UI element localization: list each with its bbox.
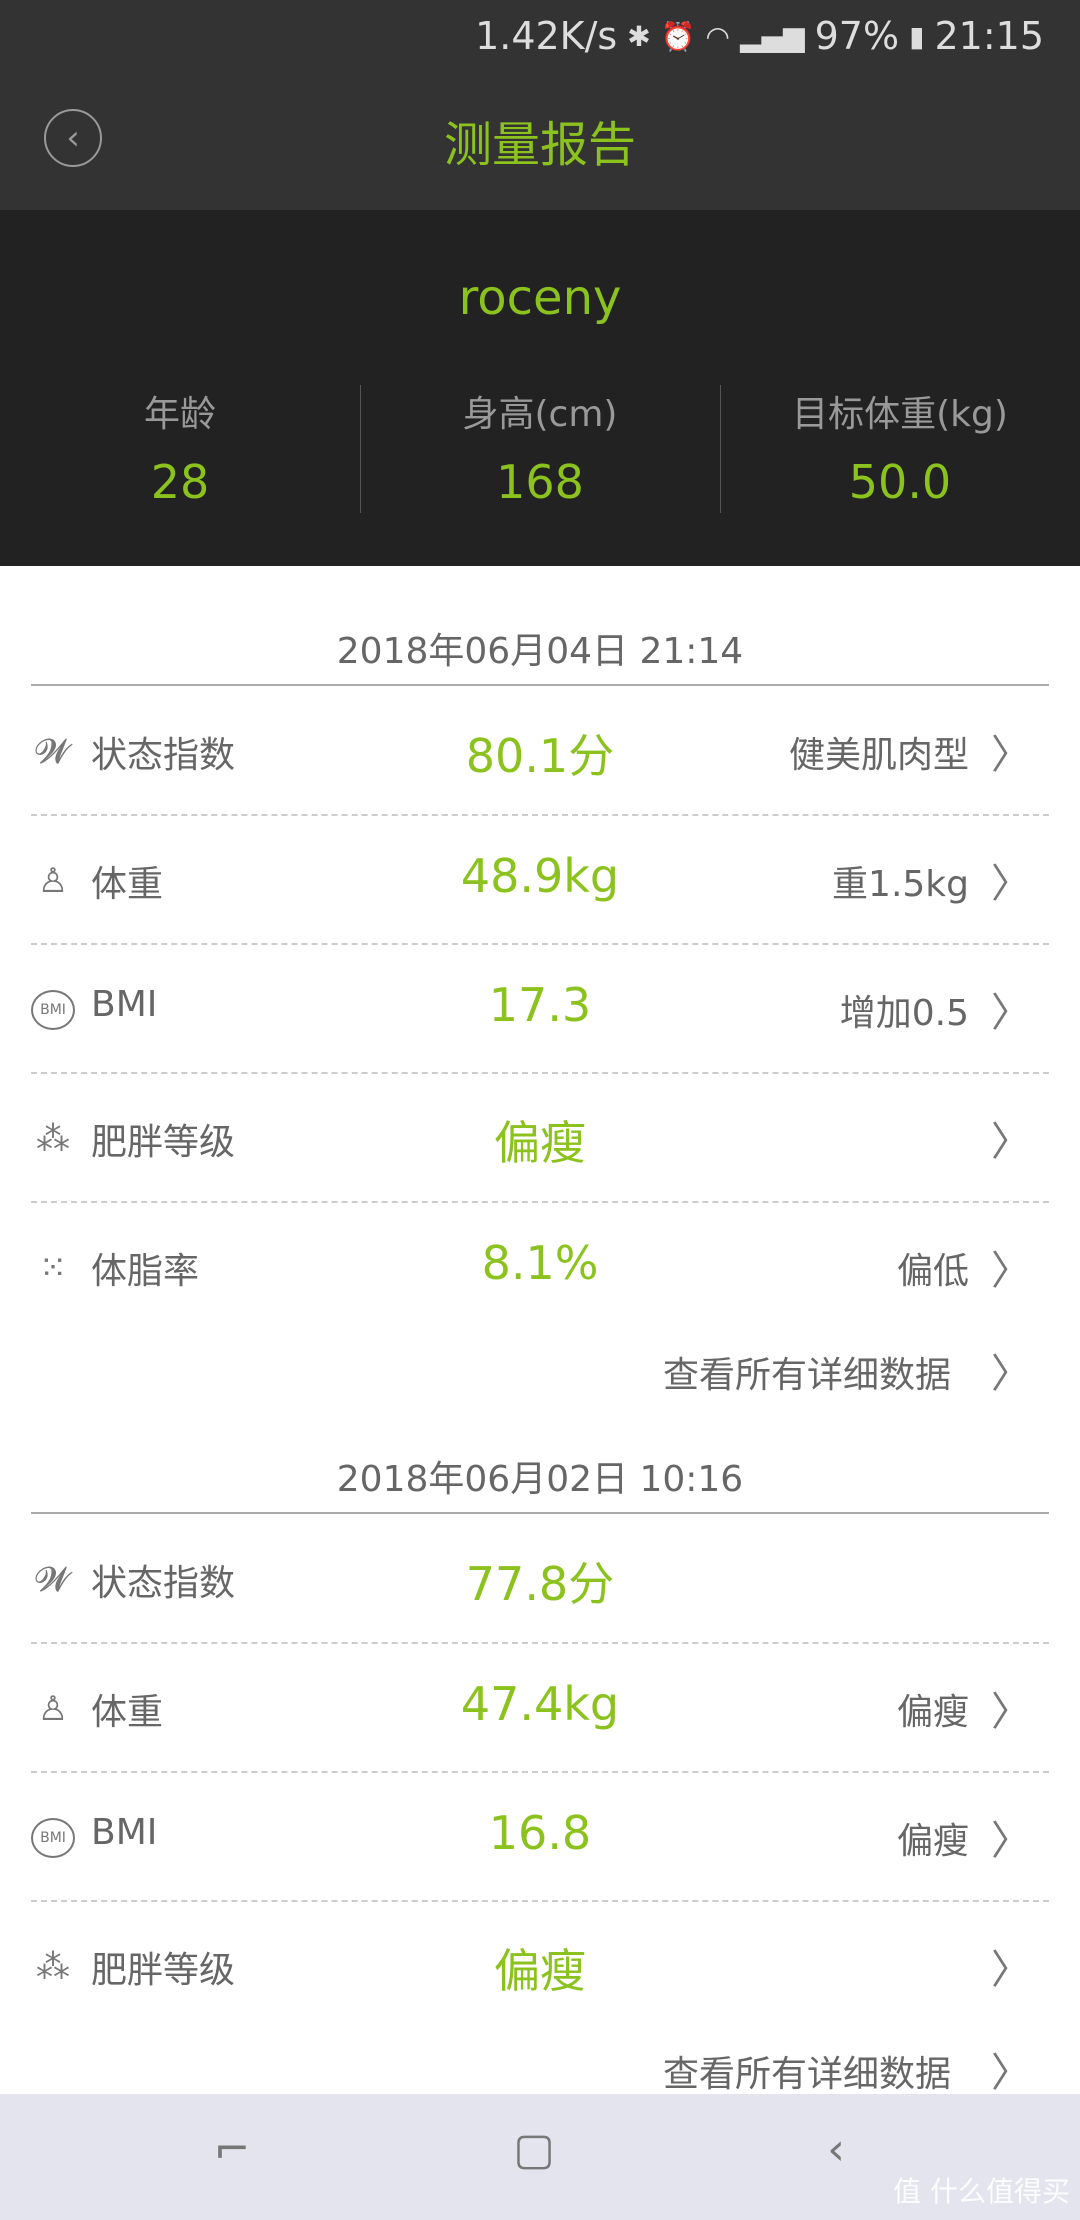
chevron-right-icon: 〉 [991, 1351, 1031, 1397]
nav-back-button[interactable]: ‹ [806, 2124, 866, 2184]
chevron-right-icon: 〉 [991, 732, 1031, 778]
trend-w-icon: 𝓦 [35, 1560, 71, 1600]
chevron-right-icon: 〉 [991, 1947, 1031, 1993]
metric-row[interactable]: BMI BMI 16.8 偏瘦 〉 [31, 1772, 1049, 1901]
metric-value: 17.3 [488, 978, 592, 1032]
metric-row[interactable]: ⁂ 肥胖等级 偏瘦 〉 [31, 1073, 1049, 1202]
metric-status: 增加0.5 [839, 993, 969, 1034]
metric-row[interactable]: ⁂ 肥胖等级 偏瘦 〉 [31, 1901, 1049, 2030]
watermark-logo: 值 什么值得买 [893, 2175, 1070, 2208]
profile-panel: roceny 年龄 28 身高(cm) 168 目标体重(kg) 50.0 [0, 210, 1080, 566]
alarm-icon: ⏰ [660, 19, 696, 53]
view-all-label: 查看所有详细数据 [662, 1355, 951, 1396]
bluetooth-icon: ✱ [627, 19, 651, 53]
home-button[interactable]: ▢ [504, 2124, 564, 2184]
user-name: roceny [458, 270, 622, 326]
chevron-right-icon: 〉 [991, 2050, 1031, 2096]
stat-value: 28 [150, 455, 210, 509]
stat-height: 身高(cm) 168 [360, 385, 720, 509]
metric-label: BMI [91, 984, 158, 1025]
metric-row[interactable]: 𝓦 状态指数 80.1分 健美肌肉型 〉 [31, 686, 1049, 815]
metric-value: 48.9kg [460, 849, 620, 903]
metric-label: 状态指数 [91, 735, 236, 776]
wifi-icon: ◠ [705, 19, 730, 53]
metric-row[interactable]: ♙ 体重 48.9kg 重1.5kg 〉 [31, 815, 1049, 944]
status-bar: 1.42K/s ✱ ⏰ ◠ ▂▄▆ 97% ▮ 21:15 [475, 8, 1044, 64]
metric-value: 偏瘦 [494, 1944, 586, 1998]
metric-value: 8.1% [481, 1236, 599, 1290]
metric-status: 重1.5kg [832, 864, 969, 905]
metric-status: 偏瘦 [896, 1692, 969, 1733]
recent-apps-button[interactable]: ⌐ [202, 2124, 262, 2184]
trend-w-icon: 𝓦 [35, 732, 71, 772]
stat-label: 年龄 [143, 394, 216, 435]
metric-label: BMI [91, 1812, 158, 1853]
metric-status: 偏低 [896, 1251, 969, 1292]
bmi-icon: BMI [31, 990, 75, 1030]
metric-label: 体重 [91, 864, 164, 905]
chevron-right-icon: 〉 [991, 861, 1031, 907]
clock: 21:15 [934, 14, 1044, 58]
report-date: 2018年06月04日 21:14 [336, 631, 744, 672]
network-speed: 1.42K/s [475, 14, 618, 58]
metric-label: 肥胖等级 [91, 1950, 236, 1991]
stars-level-icon: ⁂ [36, 1119, 70, 1159]
view-all-details-link[interactable]: 查看所有详细数据〉 [449, 1341, 1049, 1421]
chevron-right-icon: 〉 [991, 1818, 1031, 1864]
battery-percent: 97% [814, 14, 900, 58]
metric-value: 80.1分 [465, 729, 615, 783]
metric-row[interactable]: BMI BMI 17.3 增加0.5 〉 [31, 944, 1049, 1073]
metric-label: 体重 [91, 1692, 164, 1733]
dots-fat-icon: ⁙ [38, 1248, 68, 1288]
person-scale-icon: ♙ [37, 1689, 69, 1729]
person-scale-icon: ♙ [37, 861, 69, 901]
metric-value: 偏瘦 [494, 1116, 586, 1170]
metric-row[interactable]: ♙ 体重 47.4kg 偏瘦 〉 [31, 1643, 1049, 1772]
report-date: 2018年06月02日 10:16 [336, 1459, 744, 1500]
metric-label: 肥胖等级 [91, 1122, 236, 1163]
page-title: 测量报告 [443, 117, 636, 173]
metric-value: 77.8分 [465, 1557, 615, 1611]
stat-label: 目标体重(kg) [792, 394, 1008, 435]
stars-level-icon: ⁂ [36, 1947, 70, 1987]
stat-value: 50.0 [848, 455, 952, 509]
metric-status: 健美肌肉型 [788, 735, 969, 776]
chevron-right-icon: 〉 [991, 1689, 1031, 1735]
metric-label: 体脂率 [91, 1251, 200, 1292]
stat-value: 168 [496, 455, 584, 509]
metric-status: 偏瘦 [896, 1821, 969, 1862]
battery-icon: ▮ [909, 19, 925, 53]
metric-value: 16.8 [488, 1806, 592, 1860]
top-bar: 1.42K/s ✱ ⏰ ◠ ▂▄▆ 97% ▮ 21:15 ‹ 测量报告 [0, 0, 1080, 210]
chevron-right-icon: 〉 [991, 1119, 1031, 1165]
metric-row: 𝓦 状态指数 77.8分 [31, 1514, 1049, 1643]
view-all-label: 查看所有详细数据 [662, 2054, 951, 2095]
chevron-right-icon: 〉 [991, 990, 1031, 1036]
metric-value: 47.4kg [460, 1677, 620, 1731]
chevron-right-icon: 〉 [991, 1248, 1031, 1294]
navigation-bar: ⌐ ▢ ‹ 值 什么值得买 [0, 2094, 1080, 2220]
stat-age: 年龄 28 [0, 385, 360, 509]
metric-label: 状态指数 [91, 1563, 236, 1604]
stat-target-weight: 目标体重(kg) 50.0 [720, 385, 1080, 509]
stat-label: 身高(cm) [462, 394, 618, 435]
bmi-icon: BMI [31, 1818, 75, 1858]
signal-icon: ▂▄▆ [739, 19, 805, 53]
metric-row[interactable]: ⁙ 体脂率 8.1% 偏低 〉 [31, 1202, 1049, 1331]
